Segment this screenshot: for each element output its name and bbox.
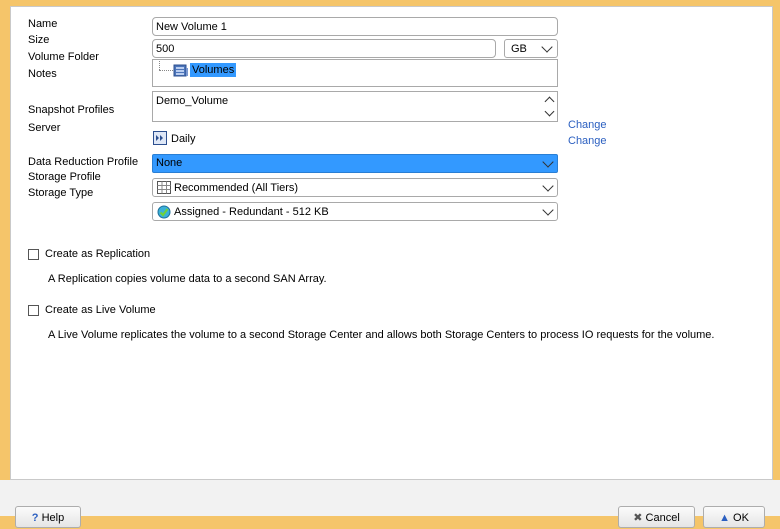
storage-type-icon xyxy=(157,205,171,219)
replication-description: A Replication copies volume data to a se… xyxy=(48,273,327,285)
help-icon: ? xyxy=(31,512,39,524)
volume-folder-tree[interactable]: Volumes xyxy=(152,59,558,87)
chevron-down-icon xyxy=(542,180,554,192)
tree-line xyxy=(159,70,173,72)
folder-icon xyxy=(173,64,189,77)
size-unit-value: GB xyxy=(511,43,527,55)
storage-profile-value: Recommended (All Tiers) xyxy=(174,182,299,194)
create-volume-dialog: Name Size Volume Folder Notes Snapshot P… xyxy=(10,6,773,480)
snapshot-profiles-label: Snapshot Profiles xyxy=(28,104,115,116)
chevron-down-icon xyxy=(541,41,553,53)
snapshot-profiles-list[interactable]: Demo_Volume xyxy=(152,91,558,122)
data-reduction-profile-label: Data Reduction Profile xyxy=(28,156,139,168)
name-label: Name xyxy=(28,18,58,30)
cancel-icon: ✖ xyxy=(633,512,643,524)
ok-icon: ▲ xyxy=(719,512,730,524)
live-volume-description: A Live Volume replicates the volume to a… xyxy=(48,329,715,341)
storage-type-select[interactable]: Assigned - Redundant - 512 KB xyxy=(152,202,558,221)
storage-type-label: Storage Type xyxy=(28,187,94,199)
chevron-down-icon xyxy=(542,204,554,216)
change-snapshot-profile-link[interactable]: Change xyxy=(568,119,607,131)
chevron-down-icon xyxy=(542,156,554,168)
name-input[interactable]: New Volume 1 xyxy=(152,17,558,36)
cancel-button[interactable]: ✖ Cancel xyxy=(618,506,695,528)
create-as-live-volume-checkbox[interactable] xyxy=(28,305,39,316)
grid-icon xyxy=(157,181,171,194)
server-value: Daily xyxy=(171,133,196,145)
tree-line xyxy=(159,61,161,70)
size-label: Size xyxy=(28,34,50,46)
volume-folder-label: Volume Folder xyxy=(28,51,99,63)
change-server-link[interactable]: Change xyxy=(568,135,607,147)
create-as-live-volume-label: Create as Live Volume xyxy=(45,304,156,316)
name-input-value: New Volume 1 xyxy=(156,21,227,33)
data-reduction-value: None xyxy=(156,157,183,169)
ok-button[interactable]: ▲ OK xyxy=(703,506,765,528)
ok-button-label: OK xyxy=(733,512,749,524)
storage-profile-select[interactable]: Recommended (All Tiers) xyxy=(152,178,558,197)
help-button-label: Help xyxy=(41,512,65,524)
notes-label: Notes xyxy=(28,68,57,80)
storage-type-value: Assigned - Redundant - 512 KB xyxy=(174,206,329,218)
server-label: Server xyxy=(28,122,61,134)
help-button[interactable]: ? Help xyxy=(15,506,81,528)
create-as-replication-checkbox[interactable] xyxy=(28,249,39,260)
cancel-button-label: Cancel xyxy=(645,512,680,524)
storage-profile-label: Storage Profile xyxy=(28,171,101,183)
size-input-value: 500 xyxy=(156,43,175,55)
snapshot-profile-value: Demo_Volume xyxy=(156,95,229,107)
scroll-up-icon[interactable] xyxy=(544,96,555,107)
tree-item-volumes[interactable]: Volumes xyxy=(190,63,237,77)
scroll-down-icon[interactable] xyxy=(544,106,555,117)
size-unit-select[interactable]: GB xyxy=(504,39,558,58)
button-bar: ? Help ✖ Cancel ▲ OK xyxy=(0,480,780,528)
data-reduction-select[interactable]: None xyxy=(152,154,558,173)
tree-item-volumes-label: Volumes xyxy=(192,64,235,76)
schedule-icon xyxy=(153,131,167,145)
create-as-replication-label: Create as Replication xyxy=(45,248,151,260)
size-input[interactable]: 500 xyxy=(152,39,496,58)
